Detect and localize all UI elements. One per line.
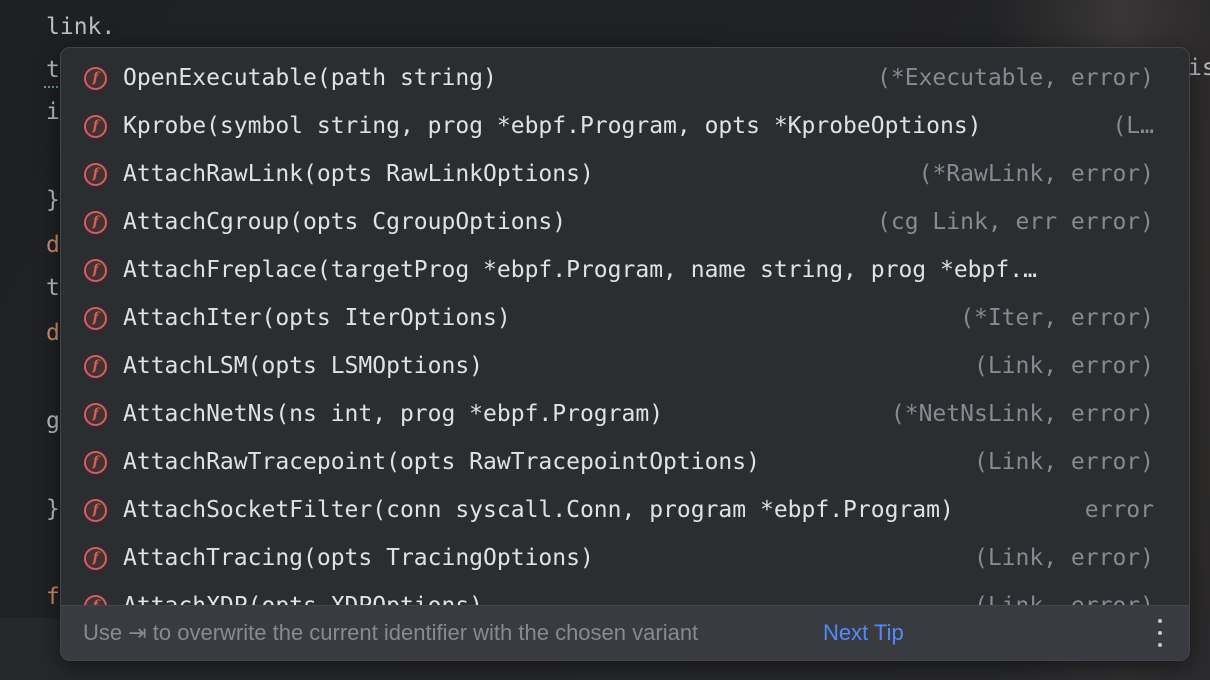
completion-item[interactable]: f AttachSocketFilter(conn syscall.Conn, p… xyxy=(61,486,1189,534)
function-icon: f xyxy=(84,306,107,330)
completion-return-type: (L… xyxy=(1108,113,1154,139)
completion-item[interactable]: f AttachXDP(opts XDPOptions) (Link, error) xyxy=(61,582,1189,606)
completion-item[interactable]: f AttachLSM(opts LSMOptions) (Link, error) xyxy=(61,342,1189,390)
completion-item[interactable]: f OpenExecutable(path string) (*Executable… xyxy=(61,54,1189,102)
function-icon: f xyxy=(84,66,107,90)
code-line: t xyxy=(46,275,60,301)
completion-list[interactable]: f OpenExecutable(path string) (*Executable… xyxy=(61,54,1189,606)
completion-signature: AttachSocketFilter(conn syscall.Conn, pr… xyxy=(123,497,954,523)
code-line: d xyxy=(46,320,60,346)
code-line: d xyxy=(46,232,60,258)
function-icon: f xyxy=(84,162,107,186)
function-icon: f xyxy=(84,210,107,234)
completion-item[interactable]: f AttachCgroup(opts CgroupOptions) (cg Lin… xyxy=(61,198,1189,246)
completion-signature: OpenExecutable(path string) xyxy=(123,65,497,91)
function-icon: f xyxy=(84,402,107,426)
warning-squiggle xyxy=(44,82,58,88)
completion-return-type: (Link, error) xyxy=(969,545,1154,571)
completion-item[interactable]: f Kprobe(symbol string, prog *ebpf.Progra… xyxy=(61,102,1189,150)
code-line: } xyxy=(46,187,60,213)
completion-item[interactable]: f AttachRawLink(opts RawLinkOptions) (*Raw… xyxy=(61,150,1189,198)
tip-text: Use ⇥ to overwrite the current identifie… xyxy=(83,620,699,645)
code-line: i xyxy=(46,99,60,125)
completion-footer: Use ⇥ to overwrite the current identifie… xyxy=(61,605,1189,660)
completion-signature: AttachCgroup(opts CgroupOptions) xyxy=(123,209,567,235)
next-tip-link[interactable]: Next Tip xyxy=(823,620,904,646)
function-icon: f xyxy=(84,354,107,378)
completion-signature: AttachNetNs(ns int, prog *ebpf.Program) xyxy=(123,401,664,427)
completion-return-type: (*Iter, error) xyxy=(956,305,1154,331)
more-options-icon[interactable] xyxy=(1157,619,1163,647)
completion-item[interactable]: f AttachRawTracepoint(opts RawTracepointO… xyxy=(61,438,1189,486)
completion-return-type: (Link, error) xyxy=(969,449,1154,475)
completion-item[interactable]: f AttachIter(opts IterOptions) (*Iter, err… xyxy=(61,294,1189,342)
completion-signature: AttachLSM(opts LSMOptions) xyxy=(123,353,484,379)
code-line: t xyxy=(46,57,60,83)
function-icon: f xyxy=(84,114,107,138)
code-line: f xyxy=(46,584,60,610)
completion-item[interactable]: f AttachFreplace(targetProg *ebpf.Program… xyxy=(61,246,1189,294)
completion-signature: AttachFreplace(targetProg *ebpf.Program,… xyxy=(123,257,1037,283)
function-icon: f xyxy=(84,450,107,474)
code-fragment-right: is xyxy=(1188,55,1210,81)
completion-signature: AttachIter(opts IterOptions) xyxy=(123,305,511,331)
code-line: link. xyxy=(46,14,116,40)
completion-item[interactable]: f AttachNetNs(ns int, prog *ebpf.Program)… xyxy=(61,390,1189,438)
function-icon: f xyxy=(84,498,107,522)
completion-return-type: (*Executable, error) xyxy=(873,65,1154,91)
function-icon: f xyxy=(84,258,107,282)
completion-return-type: (*NetNsLink, error) xyxy=(886,401,1154,427)
completion-signature: AttachTracing(opts TracingOptions) xyxy=(123,545,594,571)
completion-popup: f OpenExecutable(path string) (*Executable… xyxy=(60,47,1190,661)
completion-return-type: (cg Link, err error) xyxy=(873,209,1154,235)
code-line: g xyxy=(46,408,60,434)
completion-signature: AttachRawLink(opts RawLinkOptions) xyxy=(123,161,594,187)
completion-return-type: (*RawLink, error) xyxy=(914,161,1154,187)
completion-signature: AttachRawTracepoint(opts RawTracepointOp… xyxy=(123,449,760,475)
completion-signature: Kprobe(symbol string, prog *ebpf.Program… xyxy=(123,113,982,139)
completion-return-type: (Link, error) xyxy=(969,353,1154,379)
function-icon: f xyxy=(84,546,107,570)
code-line: } xyxy=(46,496,60,522)
completion-return-type: error xyxy=(1080,497,1154,523)
completion-item[interactable]: f AttachTracing(opts TracingOptions) (Link… xyxy=(61,534,1189,582)
